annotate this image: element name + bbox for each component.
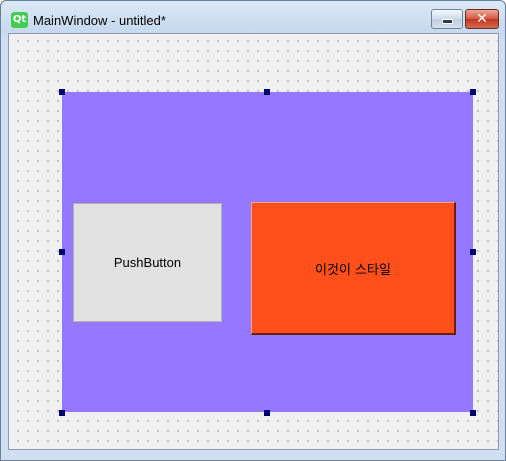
push-button-label: PushButton <box>113 255 182 270</box>
resize-handle-bottom-right[interactable] <box>470 410 476 416</box>
styled-button[interactable]: 이것이 스타일 <box>251 202 456 335</box>
resize-handle-top-center[interactable] <box>264 89 270 95</box>
main-window: Qt MainWindow - untitled* ✕ PushButton 이… <box>0 0 506 461</box>
title-bar[interactable]: Qt MainWindow - untitled* ✕ <box>1 1 505 31</box>
qt-logo-icon: Qt <box>11 12 28 28</box>
resize-handle-top-right[interactable] <box>470 89 476 95</box>
minimize-icon <box>442 19 453 24</box>
close-icon: ✕ <box>476 11 488 27</box>
close-button[interactable]: ✕ <box>465 9 499 29</box>
minimize-button[interactable] <box>431 9 463 29</box>
resize-handle-middle-left[interactable] <box>59 249 65 255</box>
styled-button-label: 이것이 스타일 <box>315 262 391 278</box>
resize-handle-bottom-center[interactable] <box>264 410 270 416</box>
push-button[interactable]: PushButton <box>73 203 222 322</box>
window-title: MainWindow - untitled* <box>33 13 166 28</box>
form-canvas[interactable]: PushButton 이것이 스타일 <box>8 33 499 450</box>
central-widget[interactable]: PushButton 이것이 스타일 <box>62 92 473 412</box>
resize-handle-top-left[interactable] <box>59 89 65 95</box>
resize-handle-middle-right[interactable] <box>470 249 476 255</box>
resize-handle-bottom-left[interactable] <box>59 410 65 416</box>
